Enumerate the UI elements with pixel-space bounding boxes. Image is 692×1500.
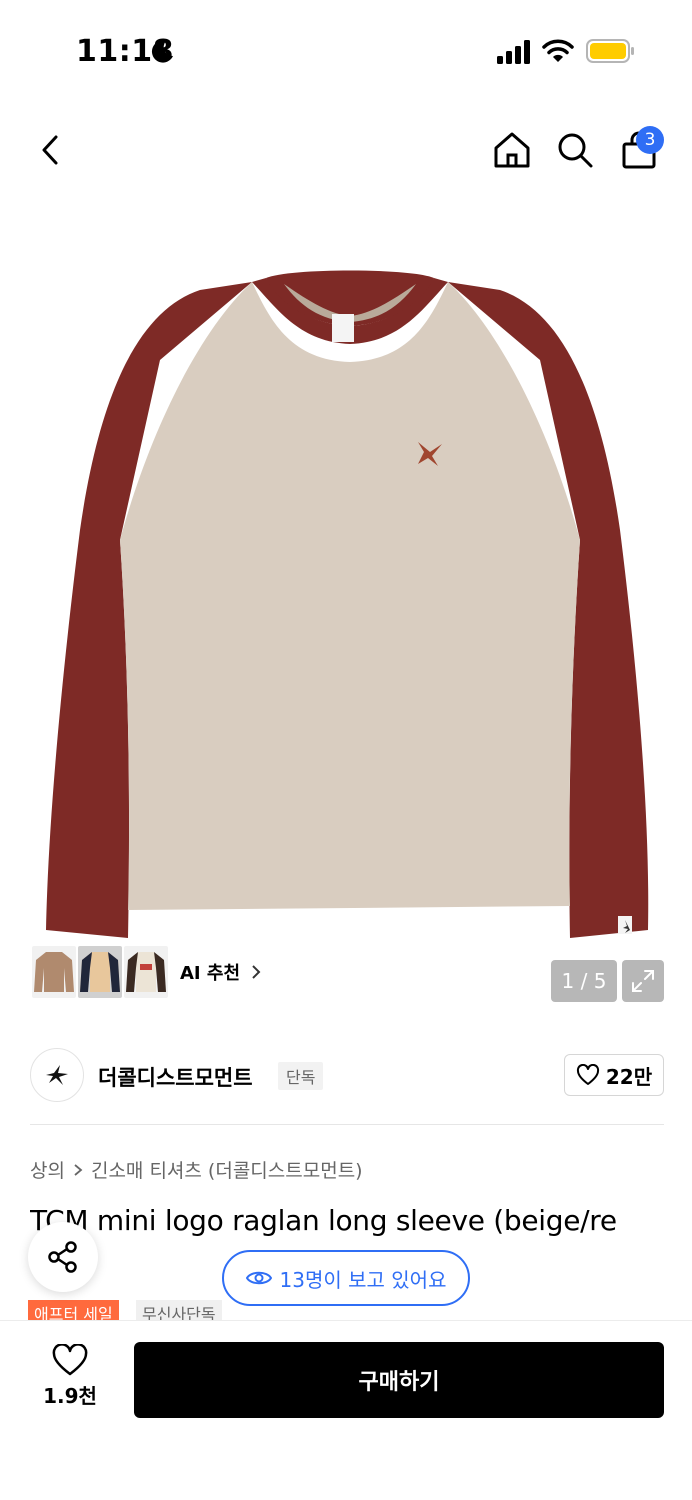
breadcrumb-subcategory[interactable]: 긴소매 티셔츠 (더콜디스트모먼트) (91, 1156, 363, 1183)
shirt-thumb-icon (78, 946, 122, 998)
search-button[interactable] (553, 128, 597, 172)
cart-count-badge: 3 (636, 126, 664, 154)
brand-logo[interactable] (30, 1048, 84, 1102)
chevron-right-icon (74, 1163, 83, 1176)
viewers-text: 13명이 보고 있어요 (279, 1267, 447, 1292)
eye-icon (245, 1271, 272, 1285)
brand-like-count: 22만 (605, 1064, 653, 1089)
ai-recommend-strip[interactable]: AI 추천 (28, 942, 266, 1002)
status-bar: 11:18 (0, 0, 692, 100)
top-header (0, 110, 692, 190)
heart-icon (52, 1344, 88, 1376)
shirt-thumb-icon (124, 946, 168, 998)
heart-icon (576, 1064, 599, 1085)
chevron-left-icon (42, 135, 58, 165)
breadcrumb-category[interactable]: 상의 (30, 1156, 65, 1183)
recommend-thumb[interactable] (124, 946, 168, 998)
home-icon (494, 132, 530, 168)
share-button[interactable] (28, 1222, 98, 1292)
product-image[interactable] (30, 270, 670, 960)
brand-name[interactable]: 더콜디스트모먼트 (98, 1062, 253, 1092)
gallery-page-indicator: 1 / 5 (551, 960, 617, 1002)
product-like-button[interactable]: 1.9천 (30, 1344, 110, 1414)
divider (30, 1124, 664, 1125)
brand-like-button[interactable]: 22만 (564, 1054, 664, 1096)
signal-icon (497, 40, 530, 64)
expand-button[interactable] (622, 960, 664, 1002)
brand-exclusive-tag: 단독 (278, 1062, 324, 1090)
back-button[interactable] (28, 128, 72, 172)
ai-recommend-label[interactable]: AI 추천 (180, 959, 240, 985)
wifi-icon (542, 39, 574, 62)
moon-icon (151, 40, 173, 63)
shirt-thumb-icon (32, 946, 76, 998)
home-button[interactable] (490, 128, 534, 172)
brand-star-icon (46, 1065, 68, 1085)
share-icon (48, 1241, 77, 1273)
buy-button[interactable]: 구매하기 (134, 1342, 664, 1418)
recommend-thumb[interactable] (32, 946, 76, 998)
recommend-thumb[interactable] (78, 946, 122, 998)
expand-icon (632, 970, 654, 992)
product-title: TCM mini logo raglan long sleeve (beige/… (30, 1204, 617, 1237)
chevron-right-icon (252, 965, 261, 979)
battery-icon (586, 39, 634, 63)
product-like-count: 1.9천 (43, 1384, 97, 1408)
search-icon (558, 133, 593, 168)
viewers-indicator: 13명이 보고 있어요 (222, 1250, 470, 1306)
breadcrumb: 상의 긴소매 티셔츠 (더콜디스트모먼트) (30, 1156, 363, 1183)
